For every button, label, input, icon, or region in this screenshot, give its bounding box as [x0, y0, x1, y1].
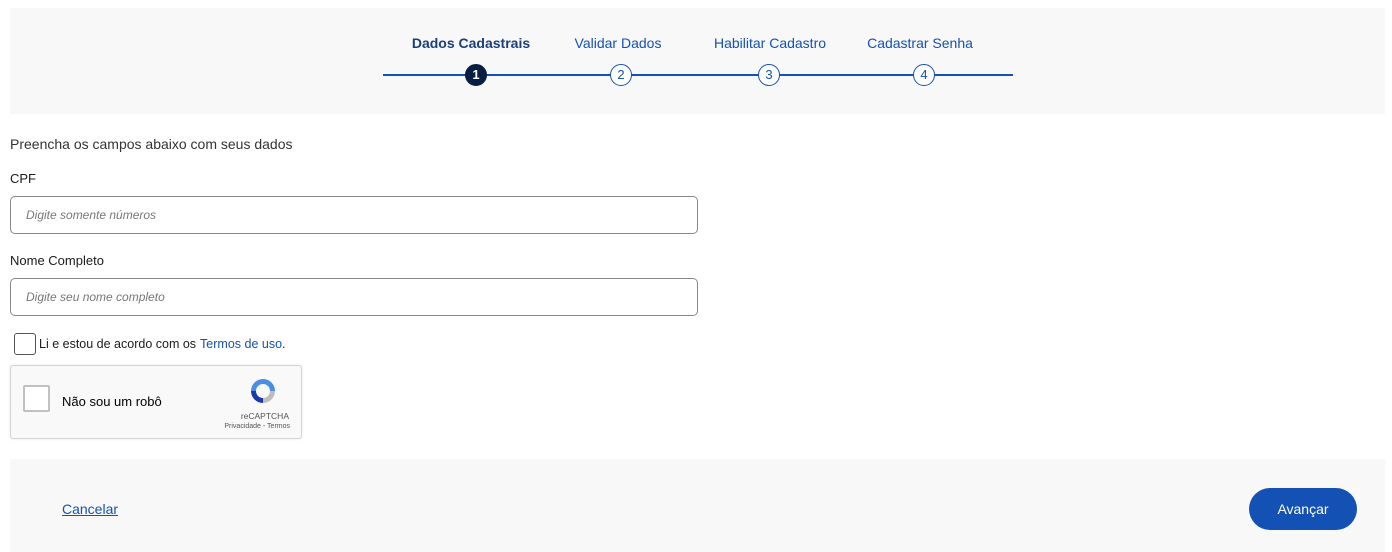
full-name-label: Nome Completo — [10, 253, 104, 268]
recaptcha-widget: Não sou um robô reCAPTCHA Privacidade - … — [10, 365, 302, 439]
form-intro: Preencha os campos abaixo com seus dados — [10, 136, 293, 152]
terms-of-use-link[interactable]: Termos de uso — [200, 337, 282, 351]
cpf-label: CPF — [10, 171, 36, 186]
step-label-cadastrar-senha: Cadastrar Senha — [867, 35, 973, 51]
recaptcha-brand: reCAPTCHA — [240, 411, 289, 421]
advance-button[interactable]: Avançar — [1249, 488, 1357, 530]
stepper-panel: Dados Cadastrais Validar Dados Habilitar… — [10, 8, 1385, 114]
cpf-input[interactable] — [10, 196, 698, 234]
step-1-indicator: 1 — [465, 64, 487, 86]
step-3-indicator: 3 — [758, 64, 780, 86]
recaptcha-checkbox[interactable] — [23, 385, 50, 412]
terms-row: Li e estou de acordo com os Termos de us… — [14, 333, 286, 355]
terms-suffix: . — [282, 337, 286, 351]
step-4-indicator: 4 — [913, 64, 935, 86]
terms-checkbox[interactable] — [14, 333, 36, 355]
step-2-indicator: 2 — [610, 64, 632, 86]
terms-text: Li e estou de acordo com os — [39, 337, 197, 351]
step-label-habilitar-cadastro: Habilitar Cadastro — [713, 35, 827, 51]
full-name-input[interactable] — [10, 278, 698, 316]
recaptcha-logo-icon — [251, 379, 275, 403]
step-label-validar-dados: Validar Dados — [574, 35, 662, 51]
recaptcha-privacy-terms-links[interactable]: Privacidade - Termos — [224, 423, 290, 430]
footer-panel: Cancelar Avançar — [10, 459, 1385, 552]
step-label-dados-cadastrais: Dados Cadastrais — [411, 35, 531, 51]
cancel-link[interactable]: Cancelar — [62, 501, 118, 517]
recaptcha-label: Não sou um robô — [62, 394, 162, 409]
